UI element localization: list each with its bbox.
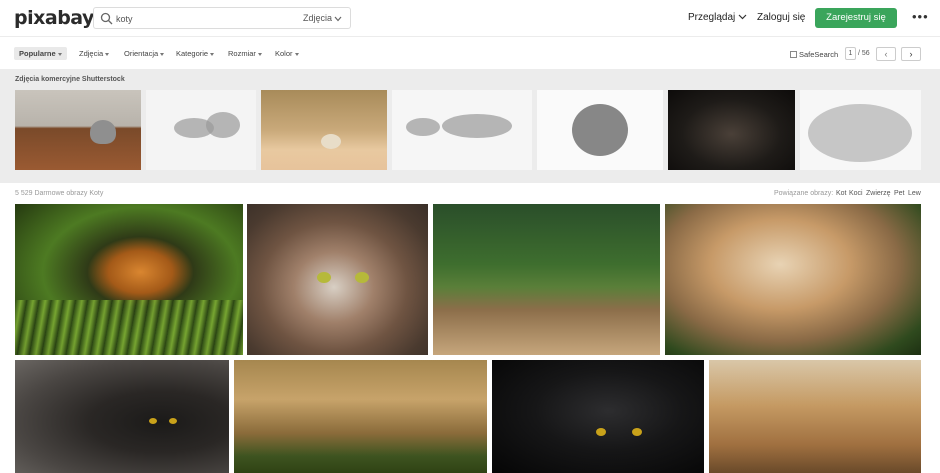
- next-page-button[interactable]: ›: [901, 47, 921, 61]
- cat-eye: [355, 272, 369, 283]
- pixabay-logo[interactable]: pixabay: [14, 7, 94, 29]
- related-tag[interactable]: Koci: [849, 190, 863, 197]
- dust-shape: [808, 104, 912, 162]
- filter-label: Kategorie: [176, 49, 209, 58]
- cat-eye: [317, 272, 331, 283]
- register-button[interactable]: Zarejestruj się: [815, 8, 897, 28]
- filter-color[interactable]: Kolor: [275, 49, 299, 58]
- login-link[interactable]: Zaloguj się: [757, 12, 805, 23]
- chevron-down-icon: [334, 16, 342, 22]
- photo-black-cat[interactable]: [15, 360, 229, 473]
- sort-label: Popularne: [19, 49, 56, 58]
- more-icon[interactable]: •••: [912, 9, 929, 24]
- dust-shape: [406, 118, 440, 136]
- sponsored-image[interactable]: [15, 90, 141, 170]
- caret-down-icon: [57, 52, 62, 56]
- page-total: / 56: [857, 50, 870, 57]
- caret-down-icon: [294, 52, 299, 56]
- sort-popular-dropdown[interactable]: Popularne: [14, 47, 67, 60]
- filter-label: Rozmiar: [228, 49, 256, 58]
- dust-bunny-shape: [90, 120, 116, 144]
- sponsored-image[interactable]: [146, 90, 256, 170]
- dust-shape: [206, 112, 240, 138]
- dust-shape: [572, 104, 628, 156]
- photo-tiger[interactable]: [15, 204, 243, 355]
- filter-bar: Popularne Zdjęcia Orientacja Kategorie R…: [0, 38, 940, 69]
- search-bar[interactable]: Zdjęcia: [93, 7, 351, 29]
- search-type-label: Zdjęcia: [302, 13, 332, 23]
- photo-cat-on-fence[interactable]: [433, 204, 660, 355]
- dust-shape: [442, 114, 512, 138]
- filter-size[interactable]: Rozmiar: [228, 49, 262, 58]
- shutterstock-strip: Zdjęcia komercyjne Shutterstock: [0, 69, 940, 183]
- results-count: 5 529 Darmowe obrazy Koty: [15, 190, 104, 197]
- safesearch-toggle[interactable]: SafeSearch: [790, 50, 838, 59]
- filter-label: Orientacja: [124, 49, 159, 58]
- caret-down-icon: [257, 52, 262, 56]
- caret-down-icon: [105, 52, 110, 56]
- filter-category[interactable]: Kategorie: [176, 49, 215, 58]
- sponsored-image[interactable]: [800, 90, 921, 170]
- photo-cats-in-grass[interactable]: [234, 360, 487, 473]
- photo-tabby-cat[interactable]: [247, 204, 428, 355]
- search-input[interactable]: [116, 11, 286, 26]
- page-indicator: 1 / 56: [845, 47, 870, 60]
- filter-label: Zdjęcia: [79, 49, 104, 58]
- photo-lions[interactable]: [709, 360, 921, 473]
- browse-menu[interactable]: Przeglądaj: [688, 12, 747, 23]
- sponsored-image[interactable]: [537, 90, 663, 170]
- cat-eye: [149, 418, 157, 424]
- page-number-input[interactable]: 1: [845, 47, 856, 60]
- search-icon: [100, 12, 113, 25]
- shutterstock-title: Zdjęcia komercyjne Shutterstock: [15, 76, 125, 83]
- sponsored-image[interactable]: [392, 90, 532, 170]
- cat-eye: [169, 418, 177, 424]
- caret-down-icon: [160, 52, 165, 56]
- filter-images[interactable]: Zdjęcia: [79, 49, 110, 58]
- caret-down-icon: [210, 52, 215, 56]
- sponsored-image[interactable]: [668, 90, 795, 170]
- water-texture: [15, 300, 243, 355]
- related-label: Powiązane obrazy:: [774, 190, 834, 197]
- filter-label: Kolor: [275, 49, 293, 58]
- checkbox-icon[interactable]: [790, 51, 797, 58]
- safesearch-label: SafeSearch: [799, 50, 839, 59]
- photo-grey-cat[interactable]: [492, 360, 704, 473]
- top-header: pixabay Zdjęcia Przeglądaj Zaloguj się Z…: [0, 0, 940, 37]
- cat-eye: [596, 428, 606, 436]
- browse-label: Przeglądaj: [688, 12, 736, 23]
- filter-orientation[interactable]: Orientacja: [124, 49, 165, 58]
- dust-shape: [321, 134, 341, 149]
- cat-eye: [632, 428, 642, 436]
- search-type-select[interactable]: Zdjęcia: [303, 13, 342, 23]
- prev-page-button[interactable]: ‹: [876, 47, 896, 61]
- related-tag[interactable]: Zwierzę: [866, 190, 891, 197]
- photo-cat-and-dog[interactable]: [665, 204, 921, 355]
- related-tag[interactable]: Kot: [836, 190, 847, 197]
- related-tag[interactable]: Pet: [894, 190, 905, 197]
- sponsored-image[interactable]: [261, 90, 387, 170]
- related-tag[interactable]: Lew: [908, 190, 921, 197]
- chevron-down-icon: [738, 14, 747, 20]
